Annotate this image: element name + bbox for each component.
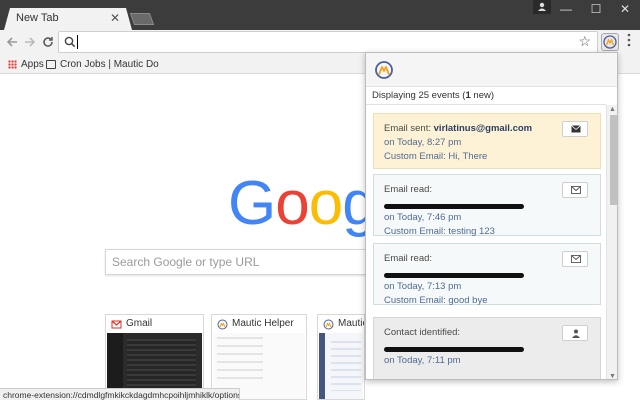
view-contact-button[interactable] [562, 325, 588, 341]
redacted-email [384, 273, 524, 278]
tab-close-icon[interactable]: ✕ [110, 11, 120, 25]
event-email: virlatinus@gmail.com [433, 123, 533, 134]
mautic-icon [217, 319, 228, 330]
mautic-logo-icon [375, 61, 393, 79]
logo-letter: o [275, 169, 309, 238]
book-icon [46, 60, 56, 69]
view-email-button[interactable] [562, 182, 588, 198]
scroll-thumb[interactable] [610, 115, 617, 205]
event-detail: Custom Email: Hi, There [384, 151, 488, 162]
event-card: Email read: on Today, 7:46 pm Custom Ema… [373, 174, 601, 237]
maximize-button[interactable]: ☐ [581, 0, 611, 18]
envelope-outline-icon [571, 255, 581, 263]
mautic-extension-button[interactable] [601, 33, 619, 51]
apps-icon[interactable] [8, 60, 17, 69]
event-type-label: Email sent: [384, 123, 434, 134]
tile-title: Mautic [338, 318, 365, 329]
search-icon [64, 36, 76, 48]
person-icon [538, 2, 546, 11]
event-time: on Today, 7:13 pm [384, 281, 462, 292]
search-input[interactable] [112, 255, 362, 269]
envelope-outline-icon [571, 186, 581, 194]
logo-letter: G [228, 169, 276, 238]
bookmark-cron-jobs[interactable]: Cron Jobs | Mautic Do [60, 59, 159, 70]
bookmark-star-icon[interactable]: ☆ [578, 33, 591, 50]
minimize-button[interactable]: — [551, 0, 581, 18]
gmail-icon [111, 320, 122, 329]
event-time: on Today, 8:27 pm [384, 137, 462, 148]
profile-button[interactable] [533, 0, 551, 14]
tile-thumbnail [319, 333, 363, 399]
user-icon [572, 329, 580, 338]
mautic-icon [603, 35, 617, 49]
summary-suffix: new) [470, 90, 494, 101]
back-button[interactable] [2, 33, 22, 53]
view-email-button[interactable] [562, 121, 588, 137]
mautic-popup: Displaying 25 events (1 new) Email sent:… [365, 52, 618, 380]
mautic-icon [323, 319, 334, 330]
summary-prefix: Displaying 25 events ( [372, 90, 466, 101]
event-detail: Custom Email: testing 123 [384, 226, 495, 237]
google-logo: Goog [228, 168, 377, 239]
tile-title: Gmail [126, 318, 153, 329]
close-window-button[interactable]: ✕ [610, 0, 640, 18]
arrow-left-icon [6, 37, 17, 47]
text-caret [77, 35, 78, 49]
envelope-icon [571, 125, 581, 133]
event-time: on Today, 7:46 pm [384, 212, 462, 223]
event-card: Contact identified: on Today, 7:11 pm [373, 317, 601, 379]
reload-button[interactable] [38, 33, 58, 53]
google-search-box[interactable] [105, 249, 370, 275]
title-bar: New Tab ✕ — ☐ ✕ [0, 0, 640, 30]
tile-title: Mautic Helper [232, 318, 294, 329]
redacted-email [384, 347, 524, 352]
tab-new-tab[interactable]: New Tab ✕ [4, 8, 132, 30]
scroll-down-icon[interactable]: ▼ [609, 373, 616, 379]
redacted-email [384, 204, 524, 209]
tab-title: New Tab [16, 12, 59, 24]
arrow-right-icon [25, 37, 36, 47]
menu-button[interactable] [622, 32, 636, 52]
address-bar[interactable]: ☆ [58, 31, 598, 53]
address-input[interactable] [77, 34, 567, 50]
status-bar: chrome-extension://cdmdlgfmkikckdagdmhcp… [0, 388, 240, 400]
forward-button[interactable] [20, 33, 40, 53]
more-vert-icon [627, 33, 631, 47]
popup-header [366, 53, 617, 87]
event-feed: Email sent: virlatinus@gmail.com on Toda… [366, 105, 606, 379]
new-tab-button[interactable] [129, 13, 155, 25]
logo-letter: o [308, 169, 343, 238]
popup-scrollbar[interactable]: ▲ ▼ [606, 105, 617, 379]
tile-mautic[interactable]: Mautic [317, 314, 365, 400]
view-email-button[interactable] [562, 251, 588, 267]
events-summary: Displaying 25 events (1 new) [366, 87, 606, 105]
event-card: Email read: on Today, 7:13 pm Custom Ema… [373, 243, 601, 306]
scroll-up-icon[interactable]: ▲ [609, 106, 616, 113]
event-card: Email sent: virlatinus@gmail.com on Toda… [373, 113, 601, 169]
bookmark-apps[interactable]: Apps [21, 59, 44, 70]
reload-icon [43, 37, 53, 47]
event-time: on Today, 7:11 pm [384, 355, 461, 366]
event-detail: Custom Email: good bye [384, 295, 488, 306]
